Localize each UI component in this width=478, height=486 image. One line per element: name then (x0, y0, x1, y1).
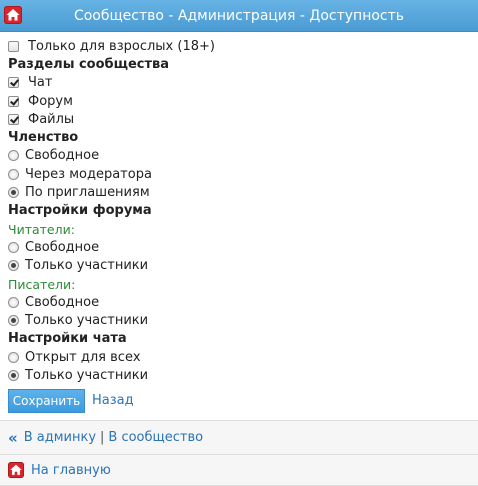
membership-option-free[interactable]: Свободное (8, 147, 468, 165)
readers-option-free[interactable]: Свободное (8, 238, 468, 256)
section-option-files[interactable]: Файлы (8, 110, 468, 128)
writers-option-free[interactable]: Свободное (8, 293, 468, 311)
membership-moderator-label: Через модератора (25, 166, 152, 182)
double-chevron-left-icon: « (8, 428, 18, 447)
readers-members-radio[interactable] (8, 260, 19, 272)
chat-label: Чат (28, 75, 53, 91)
readers-members-label: Только участники (25, 258, 149, 274)
page-title: Сообщество - Администрация - Доступность (73, 7, 405, 24)
membership-option-moderator[interactable]: Через модератора (8, 165, 468, 183)
readers-option-members[interactable]: Только участники (8, 257, 468, 275)
writers-free-radio[interactable] (8, 296, 19, 308)
adult-only-option[interactable]: Только для взрослых (18+) (8, 37, 468, 55)
save-button[interactable]: Сохранить (8, 388, 85, 413)
forum-checkbox[interactable] (8, 95, 19, 107)
access-settings-form: Только для взрослых (18+) Разделы сообще… (8, 37, 468, 413)
community-link[interactable]: В сообщество (108, 430, 203, 445)
admin-link[interactable]: В админку (24, 430, 96, 445)
form-actions: Сохранить Назад (8, 388, 468, 413)
chat-members-label: Только участники (25, 367, 149, 383)
sections-heading: Разделы сообщества (8, 56, 170, 72)
home-icon[interactable] (8, 462, 24, 478)
writers-members-label: Только участники (25, 313, 149, 329)
chat-open-radio[interactable] (8, 351, 19, 363)
home-link[interactable]: На главную (31, 463, 111, 478)
nav-separator: | (100, 430, 105, 445)
writers-members-radio[interactable] (8, 315, 19, 327)
writers-option-members[interactable]: Только участники (8, 311, 468, 329)
chat-members-radio[interactable] (8, 369, 19, 381)
home-icon[interactable] (4, 6, 22, 24)
readers-free-radio[interactable] (8, 241, 19, 253)
membership-free-radio[interactable] (8, 150, 19, 162)
forum-settings-heading: Настройки форума (8, 203, 152, 219)
chat-open-label: Открыт для всех (25, 349, 141, 365)
writers-label: Писатели: (8, 276, 76, 292)
adult-only-checkbox[interactable] (8, 40, 19, 52)
files-label: Файлы (28, 111, 75, 127)
section-option-forum[interactable]: Форум (8, 92, 468, 110)
chat-option-members[interactable]: Только участники (8, 366, 468, 384)
membership-free-label: Свободное (25, 148, 100, 164)
membership-moderator-radio[interactable] (8, 168, 19, 180)
back-link[interactable]: Назад (92, 393, 134, 408)
readers-label: Читатели: (8, 221, 75, 237)
files-checkbox[interactable] (8, 113, 19, 125)
membership-heading: Членство (8, 130, 79, 146)
home-nav-bar: На главную (0, 454, 478, 486)
header-bar: Сообщество - Администрация - Доступность (0, 0, 478, 32)
membership-invite-radio[interactable] (8, 187, 19, 199)
chat-option-open[interactable]: Открыт для всех (8, 348, 468, 366)
membership-invite-label: По приглашениям (25, 185, 150, 201)
writers-free-label: Свободное (25, 294, 100, 310)
admin-nav-bar: « В админку | В сообщество (0, 420, 478, 454)
adult-only-label: Только для взрослых (18+) (28, 38, 215, 54)
membership-option-invite[interactable]: По приглашениям (8, 183, 468, 201)
readers-free-label: Свободное (25, 239, 100, 255)
section-option-chat[interactable]: Чат (8, 74, 468, 92)
forum-label: Форум (28, 93, 73, 109)
chat-settings-heading: Настройки чата (8, 331, 127, 347)
chat-checkbox[interactable] (8, 77, 19, 89)
